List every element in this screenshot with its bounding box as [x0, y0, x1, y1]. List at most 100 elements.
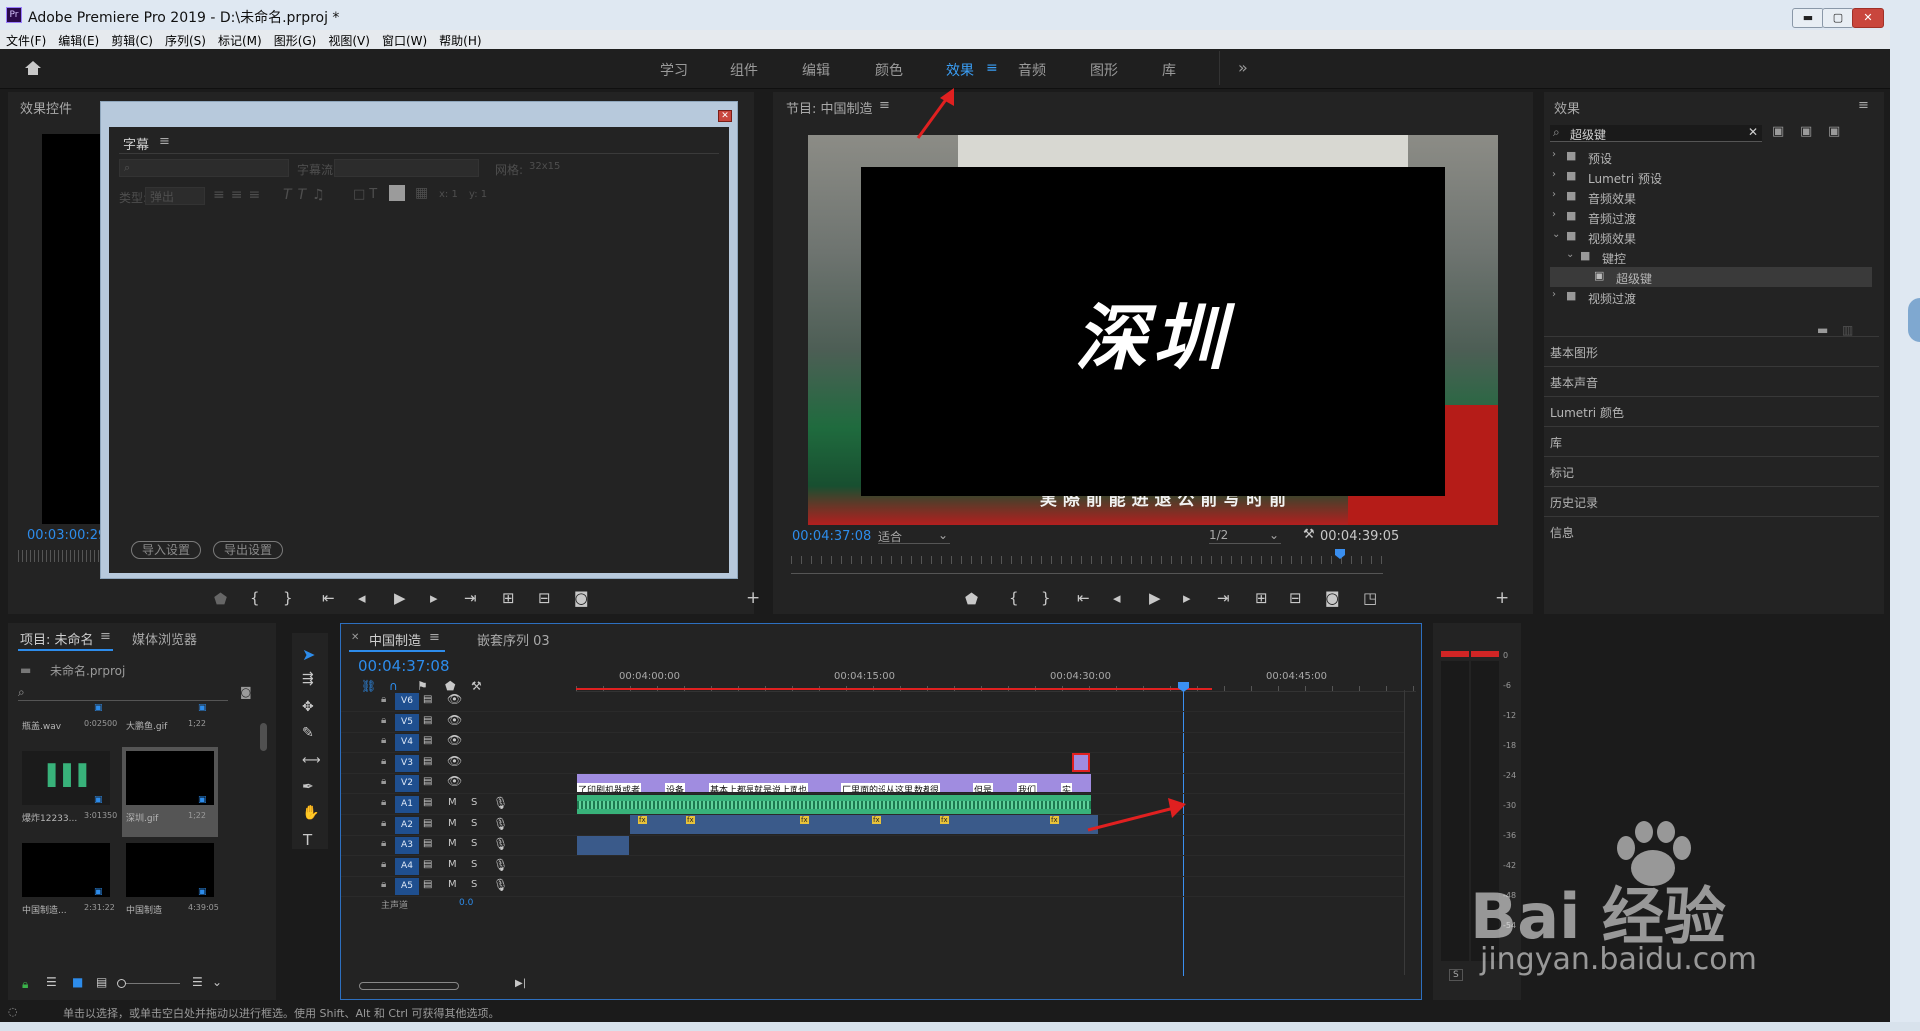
- go-to-out-icon[interactable]: ⇥: [464, 589, 477, 607]
- microphone-icon[interactable]: 🎙︎: [493, 878, 508, 892]
- microphone-icon[interactable]: 🎙︎: [493, 837, 508, 851]
- workspace-tab-learn[interactable]: 学习: [660, 60, 688, 80]
- mute-button[interactable]: M: [448, 797, 457, 808]
- sync-lock-icon[interactable]: ▤: [423, 776, 432, 787]
- solo-button[interactable]: S: [471, 797, 477, 808]
- track-target[interactable]: V2: [395, 775, 419, 792]
- snap-icon[interactable]: ⛓: [361, 679, 376, 693]
- titler-close-icon[interactable]: ✕: [718, 110, 732, 122]
- add-marker-icon[interactable]: ⚑: [417, 679, 428, 693]
- chevron-right-icon[interactable]: ›: [1552, 189, 1556, 200]
- track-lane[interactable]: [576, 754, 1404, 774]
- work-area-bar[interactable]: [576, 688, 1212, 690]
- track-target[interactable]: A2: [395, 816, 419, 834]
- audio-clip-a2[interactable]: fx fx fx fx fx fx: [630, 815, 1098, 834]
- solo-button[interactable]: S: [471, 838, 477, 849]
- audio-clip-a3[interactable]: [577, 836, 629, 855]
- 32bit-effects-icon[interactable]: ▣: [1800, 124, 1812, 139]
- effects-tree-item[interactable]: ⌄ ■ 键控: [1550, 247, 1872, 267]
- effect-controls-timecode[interactable]: 00:03:00:29: [27, 528, 106, 543]
- timeline-tab-active[interactable]: 中国制造: [369, 630, 421, 649]
- sync-lock-icon[interactable]: ▤: [423, 797, 432, 808]
- project-search-input[interactable]: ⌕: [18, 685, 228, 701]
- lock-icon[interactable]: 🔒︎: [381, 715, 386, 726]
- effects-sidepanel-item[interactable]: 库: [1544, 426, 1879, 456]
- timeline-ruler[interactable]: 00:04:00:00 00:04:15:00 00:04:30:00 00:0…: [576, 662, 1416, 692]
- end-icon[interactable]: ▶|: [515, 978, 526, 989]
- effects-sidepanel-item[interactable]: 信息: [1544, 516, 1879, 546]
- sort-icon[interactable]: ☰: [192, 975, 203, 989]
- titler-import-settings-button[interactable]: 导入设置: [131, 541, 201, 559]
- add-marker-icon[interactable]: ⬟: [965, 590, 978, 608]
- lock-icon[interactable]: 🔒︎: [381, 694, 386, 705]
- audio-clip-a1[interactable]: [577, 795, 1091, 814]
- titler-menu-icon[interactable]: ≡: [159, 134, 170, 149]
- slip-tool-icon[interactable]: ⟷: [302, 753, 321, 768]
- titler-search-input[interactable]: ⌕: [119, 159, 289, 177]
- mute-button[interactable]: M: [448, 838, 457, 849]
- type-tool-icon[interactable]: T: [303, 831, 312, 849]
- extract-icon[interactable]: ⊟: [1289, 589, 1302, 607]
- insert-icon[interactable]: ⊞: [502, 589, 515, 607]
- lock-icon[interactable]: 🔒︎: [381, 879, 386, 890]
- solo-button[interactable]: S: [1449, 969, 1463, 981]
- microphone-icon[interactable]: 🎙︎: [493, 796, 508, 810]
- workspace-overflow-icon[interactable]: »: [1238, 58, 1248, 77]
- menu-edit[interactable]: 编辑(E): [52, 30, 105, 49]
- track-lane[interactable]: [576, 836, 1404, 856]
- new-bin-icon[interactable]: ◙: [240, 685, 252, 699]
- menu-window[interactable]: 窗口(W): [376, 30, 433, 49]
- export-frame-icon[interactable]: ◙: [574, 589, 589, 607]
- ripple-edit-tool-icon[interactable]: ✥: [302, 699, 314, 715]
- step-forward-icon[interactable]: ▸: [1183, 589, 1191, 607]
- track-target[interactable]: A5: [395, 878, 419, 895]
- project-item[interactable]: ▌▌▌ 爆炸12233... 3:01350 ▣: [18, 747, 117, 837]
- freeform-view-icon[interactable]: ▤: [96, 975, 107, 989]
- chevron-down-icon[interactable]: ⌄: [1566, 249, 1574, 260]
- mute-button[interactable]: M: [448, 818, 457, 829]
- zoom-slider[interactable]: [117, 979, 180, 988]
- menu-clip[interactable]: 剪辑(C): [105, 30, 159, 49]
- project-item[interactable]: 瓶盖.wav 0:02500 ▣: [18, 703, 117, 745]
- scroll-knob[interactable]: [1908, 298, 1920, 342]
- track-lane[interactable]: [576, 692, 1404, 712]
- effects-sidepanel-item[interactable]: Lumetri 颜色: [1544, 396, 1879, 426]
- track-target[interactable]: V5: [395, 713, 419, 731]
- project-item[interactable]: 大鹏鱼.gif 1;22 ▣: [122, 703, 218, 745]
- project-item[interactable]: 中国制造... 2:31:22 ▣: [18, 839, 115, 929]
- icon-view-icon[interactable]: ■: [72, 975, 83, 989]
- play-icon[interactable]: ▶: [1149, 589, 1161, 607]
- go-to-in-icon[interactable]: ⇤: [1077, 589, 1090, 607]
- maximize-button[interactable]: ▢: [1822, 8, 1854, 28]
- effects-tree-item[interactable]: › ■ 音频过渡: [1550, 207, 1872, 227]
- sync-lock-icon[interactable]: ▤: [423, 715, 432, 726]
- go-to-out-icon[interactable]: ⇥: [1217, 589, 1230, 607]
- program-fit-select[interactable]: 适合 ⌄: [878, 528, 950, 544]
- sync-lock-icon[interactable]: ▤: [423, 859, 432, 870]
- menu-marker[interactable]: 标记(M): [212, 30, 268, 49]
- selected-clip-v3[interactable]: [1072, 753, 1090, 772]
- sync-lock-icon[interactable]: ▤: [423, 818, 432, 829]
- eye-icon[interactable]: 👁︎: [447, 733, 462, 747]
- mute-button[interactable]: M: [448, 859, 457, 870]
- track-target[interactable]: A1: [395, 796, 419, 813]
- workspace-tab-graphics[interactable]: 图形: [1090, 60, 1118, 80]
- track-lane[interactable]: [576, 857, 1404, 877]
- project-item[interactable]: 深圳.gif 1;22 ▣: [122, 747, 218, 837]
- lock-icon[interactable]: 🔒︎: [381, 776, 386, 787]
- workspace-tab-edit[interactable]: 编辑: [802, 60, 830, 80]
- solo-button[interactable]: S: [471, 879, 477, 890]
- menu-graphics[interactable]: 图形(G): [268, 30, 323, 49]
- effects-sidepanel-item[interactable]: 历史记录: [1544, 486, 1879, 516]
- chevron-right-icon[interactable]: ›: [1552, 289, 1556, 300]
- effects-menu-icon[interactable]: ≡: [1858, 98, 1869, 113]
- project-item[interactable]: 中国制造 4:39:05 ▣: [122, 839, 219, 929]
- lock-icon[interactable]: 🔒︎: [381, 735, 386, 746]
- project-scrollbar[interactable]: [260, 723, 267, 751]
- menu-file[interactable]: 文件(F): [0, 30, 52, 49]
- sync-lock-icon[interactable]: ▤: [423, 756, 432, 767]
- overwrite-icon[interactable]: ⊟: [538, 589, 551, 607]
- add-button-icon[interactable]: +: [1495, 588, 1509, 608]
- add-button-icon[interactable]: +: [746, 588, 760, 608]
- eye-icon[interactable]: 👁︎: [447, 713, 462, 727]
